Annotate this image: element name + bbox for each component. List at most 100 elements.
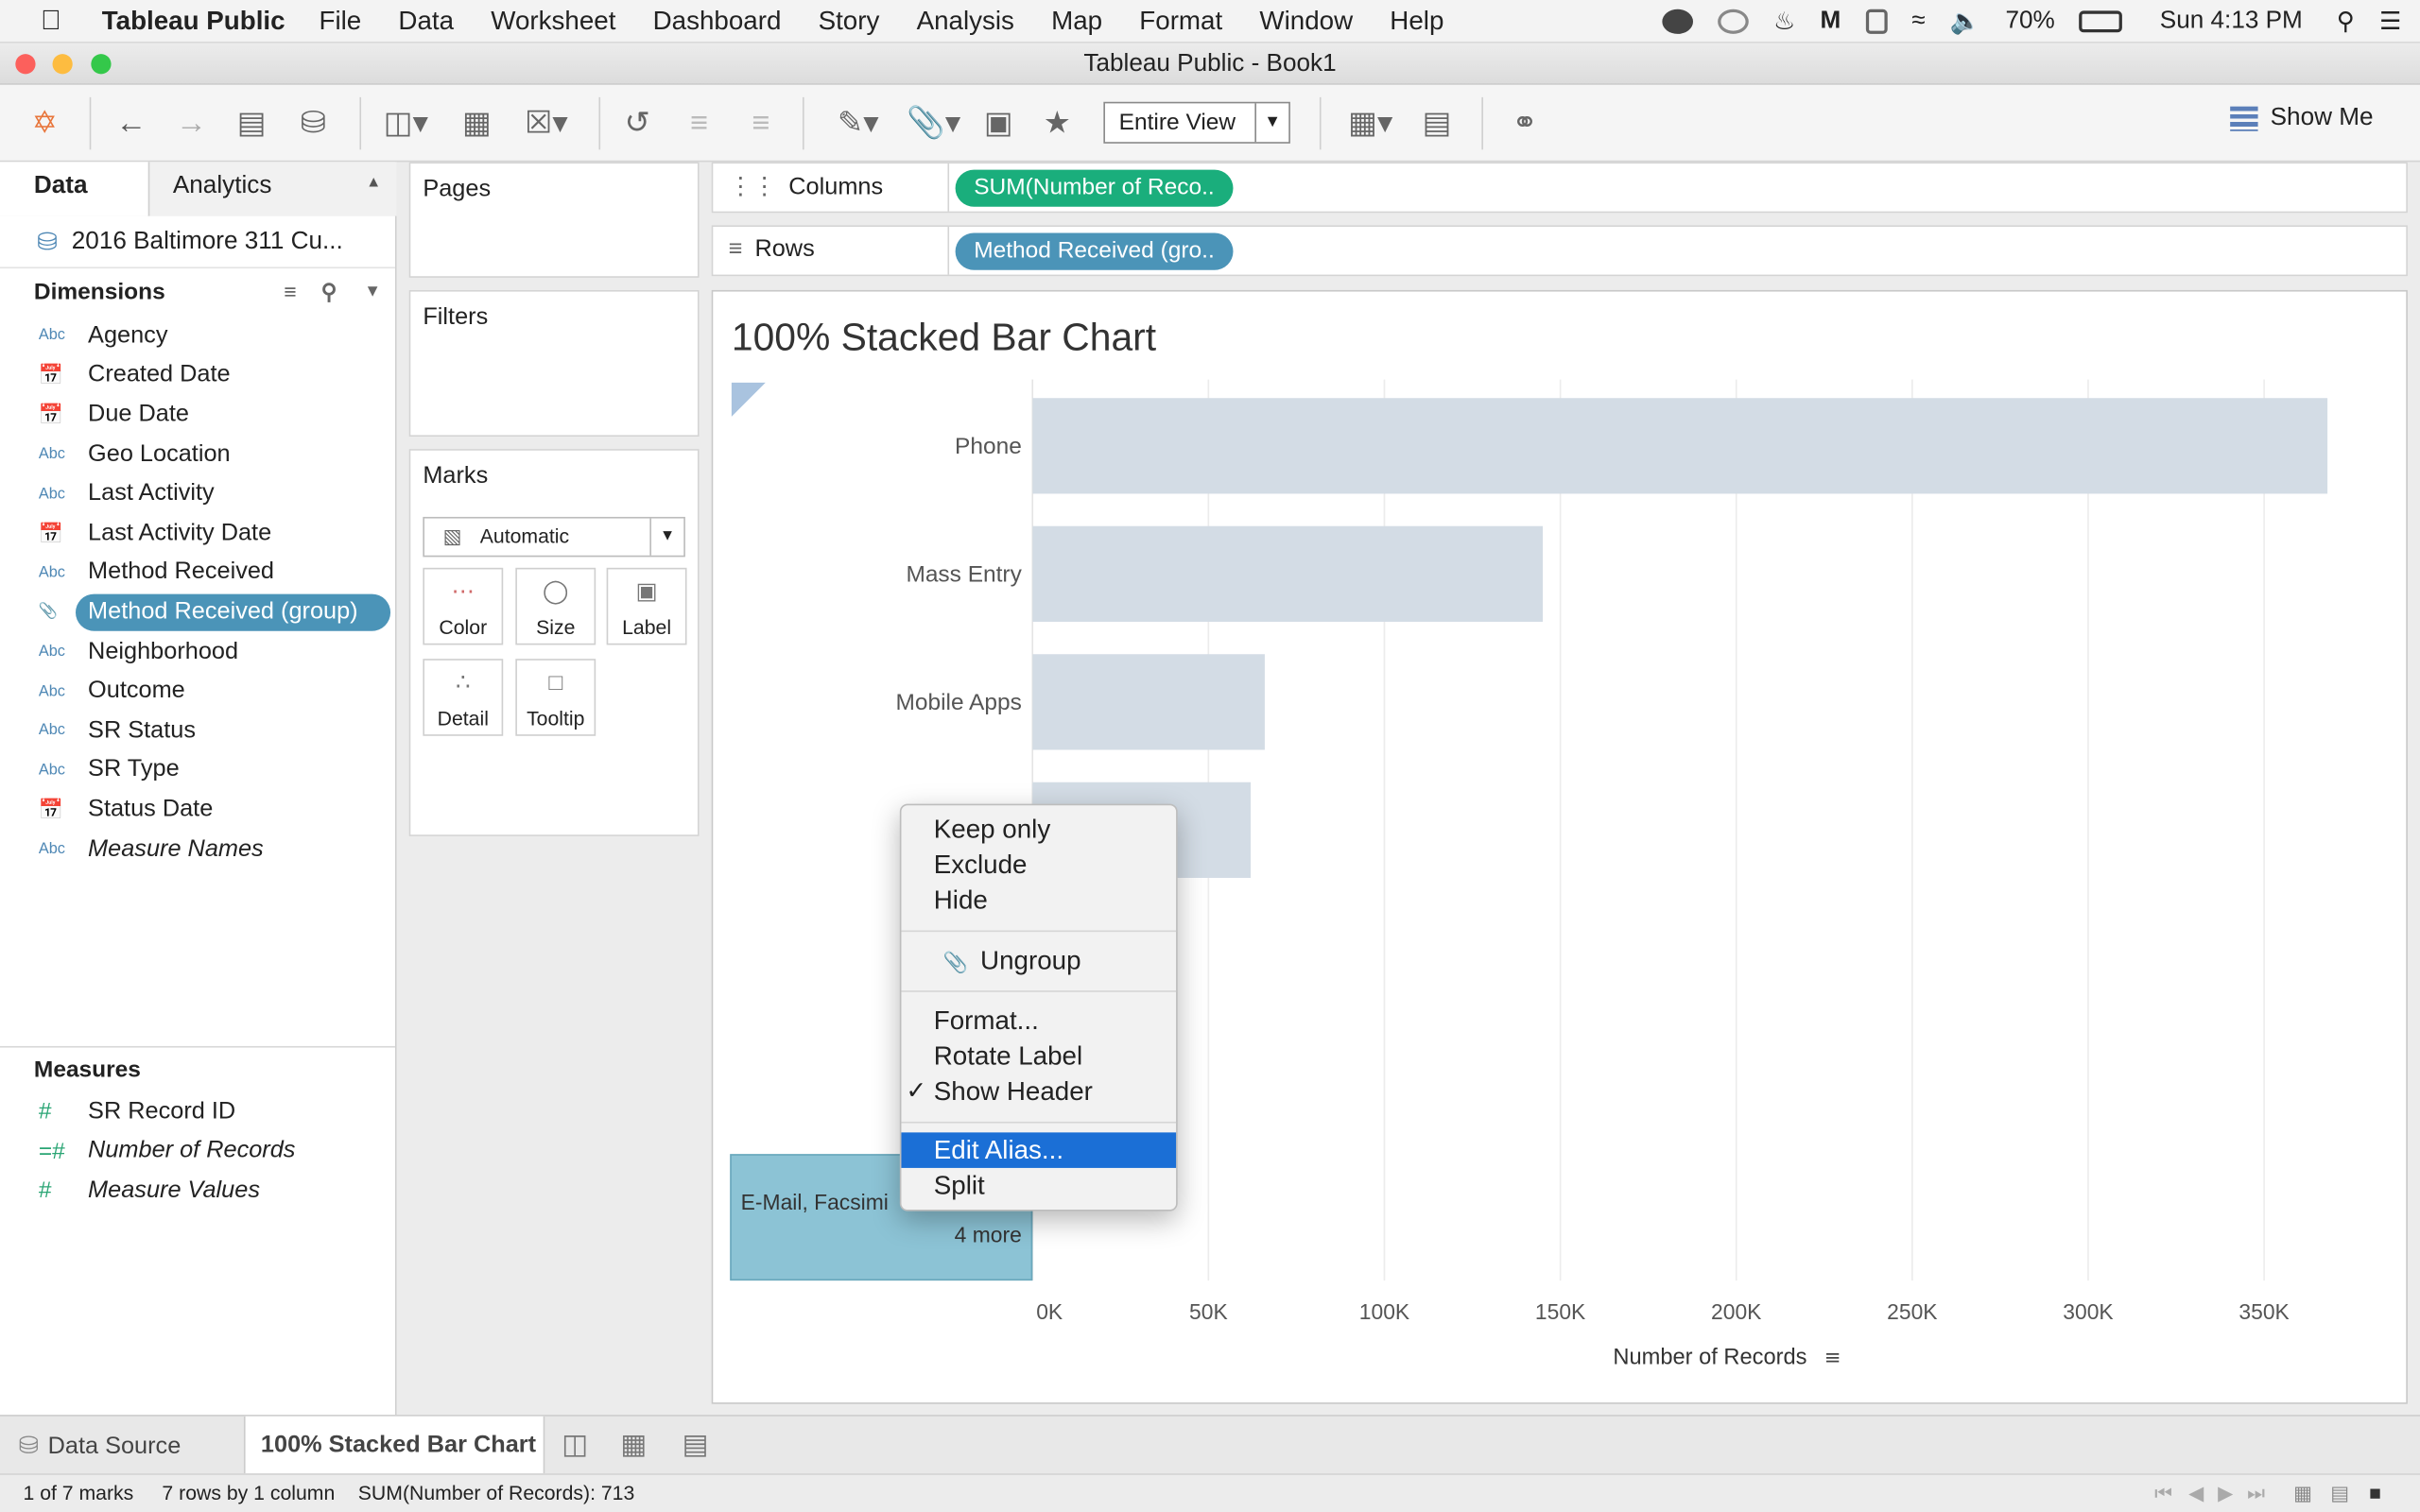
close-window-icon[interactable]	[15, 54, 36, 75]
save-icon[interactable]: ▤	[232, 103, 271, 143]
dimension-item[interactable]: 📅 Due Date	[0, 395, 395, 435]
apple-icon[interactable]: 	[0, 5, 102, 37]
detail-button[interactable]: ∴ Detail	[423, 659, 504, 736]
dimension-item[interactable]: 📎 Method Received (group)	[0, 593, 395, 632]
menu-ungroup[interactable]: 📎 Ungroup	[901, 943, 1176, 979]
show-sheet-sorter-icon[interactable]: ▦	[2293, 1475, 2312, 1512]
new-dashboard-icon[interactable]: ▦	[620, 1429, 647, 1461]
menu-map[interactable]: Map	[1051, 6, 1102, 37]
tab-data-source[interactable]: ⛁ Data Source	[0, 1417, 244, 1473]
presentation-mode-icon[interactable]: ▤	[1417, 103, 1457, 143]
header-resize-triangle[interactable]	[731, 382, 766, 417]
redo-icon[interactable]: →	[171, 103, 211, 143]
menu-analysis[interactable]: Analysis	[917, 6, 1014, 37]
menu-worksheet[interactable]: Worksheet	[491, 6, 615, 37]
size-button[interactable]: ◯ Size	[515, 567, 596, 645]
dimension-item[interactable]: 📅 Last Activity Date	[0, 514, 395, 554]
menu-data[interactable]: Data	[398, 6, 454, 37]
mark-type-select[interactable]: ▧ Automatic ▼	[423, 516, 685, 558]
menu-hide[interactable]: Hide	[901, 883, 1176, 919]
wifi-icon[interactable]: ≈	[1911, 8, 1925, 35]
chevron-down-icon[interactable]: ▼	[1254, 103, 1288, 143]
dimension-item[interactable]: 📅 Status Date	[0, 790, 395, 830]
dimensions-menu-icon[interactable]: ▼	[364, 283, 381, 301]
clear-sheet-icon[interactable]: ☒▾	[514, 103, 579, 143]
dimension-item[interactable]: Abc Outcome	[0, 672, 395, 712]
menu-exclude[interactable]: Exclude	[901, 847, 1176, 883]
dimension-item[interactable]: Abc Last Activity	[0, 474, 395, 514]
dimension-item[interactable]: Abc Geo Location	[0, 435, 395, 474]
tab-data[interactable]: Data	[0, 162, 148, 216]
menu-story[interactable]: Story	[819, 6, 880, 37]
highlight-icon[interactable]: ✎▾	[827, 103, 889, 143]
label-button[interactable]: ▣ Label	[606, 567, 687, 645]
presentation-bar-icon[interactable]: ▦▾	[1337, 103, 1405, 143]
share-icon[interactable]: ⚭	[1505, 103, 1545, 143]
dimension-item[interactable]: Abc SR Status	[0, 712, 395, 751]
measure-item[interactable]: # SR Record ID	[0, 1092, 395, 1132]
battery-icon[interactable]	[2079, 10, 2123, 33]
measure-item[interactable]: # Measure Values	[0, 1171, 395, 1211]
phone-icon[interactable]	[1865, 9, 1888, 34]
sort-ascending-icon[interactable]: ≡	[679, 103, 718, 143]
sort-descending-icon[interactable]: ≡	[741, 103, 781, 143]
notification-center-icon[interactable]: ☰	[2379, 7, 2401, 38]
dimension-item[interactable]: Abc SR Type	[0, 750, 395, 790]
tooltip-button[interactable]: □ Tooltip	[515, 659, 596, 736]
measure-item[interactable]: =# Number of Records	[0, 1132, 395, 1172]
menu-window[interactable]: Window	[1259, 6, 1353, 37]
viz-title[interactable]: 100% Stacked Bar Chart	[732, 317, 1156, 361]
show-tabs-icon[interactable]: ■	[2369, 1475, 2381, 1512]
app-menu[interactable]: Tableau Public	[102, 6, 285, 37]
new-datasource-icon[interactable]: ⛁	[293, 103, 333, 143]
zoom-window-icon[interactable]	[91, 54, 112, 75]
ghost-icon[interactable]	[1662, 9, 1694, 34]
volume-icon[interactable]: 🔈	[1950, 7, 1981, 38]
new-worksheet-icon[interactable]: ◫	[562, 1429, 588, 1461]
minimize-window-icon[interactable]	[52, 54, 73, 75]
columns-pill[interactable]: SUM(Number of Reco..	[955, 169, 1234, 207]
tab-analytics[interactable]: Analytics ▲	[147, 162, 397, 216]
dimension-item[interactable]: 📅 Created Date	[0, 355, 395, 395]
pages-card[interactable]: Pages	[408, 162, 700, 278]
new-worksheet-icon[interactable]: ◫▾	[375, 103, 437, 143]
columns-shelf[interactable]: ⋮⋮ Columns SUM(Number of Reco..	[711, 162, 2408, 214]
first-sheet-icon[interactable]: ⏮	[2154, 1475, 2172, 1512]
dimension-item[interactable]: Abc Method Received	[0, 553, 395, 593]
rows-pill[interactable]: Method Received (gro..	[955, 232, 1234, 270]
fit-select[interactable]: Entire View ▼	[1103, 101, 1290, 144]
menu-edit-alias[interactable]: Edit Alias...	[901, 1132, 1177, 1168]
color-button[interactable]: ⋯ Color	[423, 567, 504, 645]
search-icon[interactable]: ⚲	[321, 279, 337, 305]
datasource-item[interactable]: ⛁ 2016 Baltimore 311 Cu...	[0, 216, 395, 269]
menu-format[interactable]: Format...	[901, 1003, 1176, 1039]
next-sheet-icon[interactable]: ▶	[2218, 1475, 2233, 1512]
menu-file[interactable]: File	[319, 6, 361, 37]
show-me-button[interactable]: Show Me	[2230, 105, 2374, 132]
chevron-down-icon[interactable]: ▼	[649, 518, 683, 556]
new-story-icon[interactable]: ▤	[683, 1429, 709, 1461]
tab-active-sheet[interactable]: 100% Stacked Bar Chart	[243, 1416, 545, 1474]
last-sheet-icon[interactable]: ⏭	[2247, 1475, 2265, 1512]
clock[interactable]: Sun 4:13 PM	[2160, 8, 2303, 35]
undo-icon[interactable]: ←	[112, 103, 151, 143]
list-view-icon[interactable]: ≡	[284, 280, 296, 304]
rows-shelf[interactable]: ≡ Rows Method Received (gro..	[711, 225, 2408, 277]
fix-axes-icon[interactable]: ★	[1039, 103, 1076, 143]
menu-format[interactable]: Format	[1139, 6, 1222, 37]
spotlight-search-icon[interactable]: ⚲	[2337, 7, 2355, 38]
menu-split[interactable]: Split	[901, 1168, 1176, 1204]
filters-card[interactable]: Filters	[408, 289, 700, 438]
menu-help[interactable]: Help	[1390, 6, 1443, 37]
show-filmstrip-icon[interactable]: ▤	[2330, 1475, 2349, 1512]
tableau-logo-icon[interactable]: ✡	[27, 103, 61, 143]
group-members-icon[interactable]: 📎▾	[903, 103, 964, 143]
show-mark-labels-icon[interactable]: ▣	[980, 103, 1017, 143]
dimension-item[interactable]: Abc Measure Names	[0, 830, 395, 869]
menu-dashboard[interactable]: Dashboard	[653, 6, 782, 37]
menu-show-header[interactable]: ✓ Show Header	[901, 1074, 1176, 1109]
menu-keep-only[interactable]: Keep only	[901, 812, 1176, 848]
dimension-item[interactable]: Abc Agency	[0, 317, 395, 356]
prev-sheet-icon[interactable]: ◀	[2188, 1475, 2204, 1512]
duplicate-sheet-icon[interactable]: ▦	[457, 103, 496, 143]
